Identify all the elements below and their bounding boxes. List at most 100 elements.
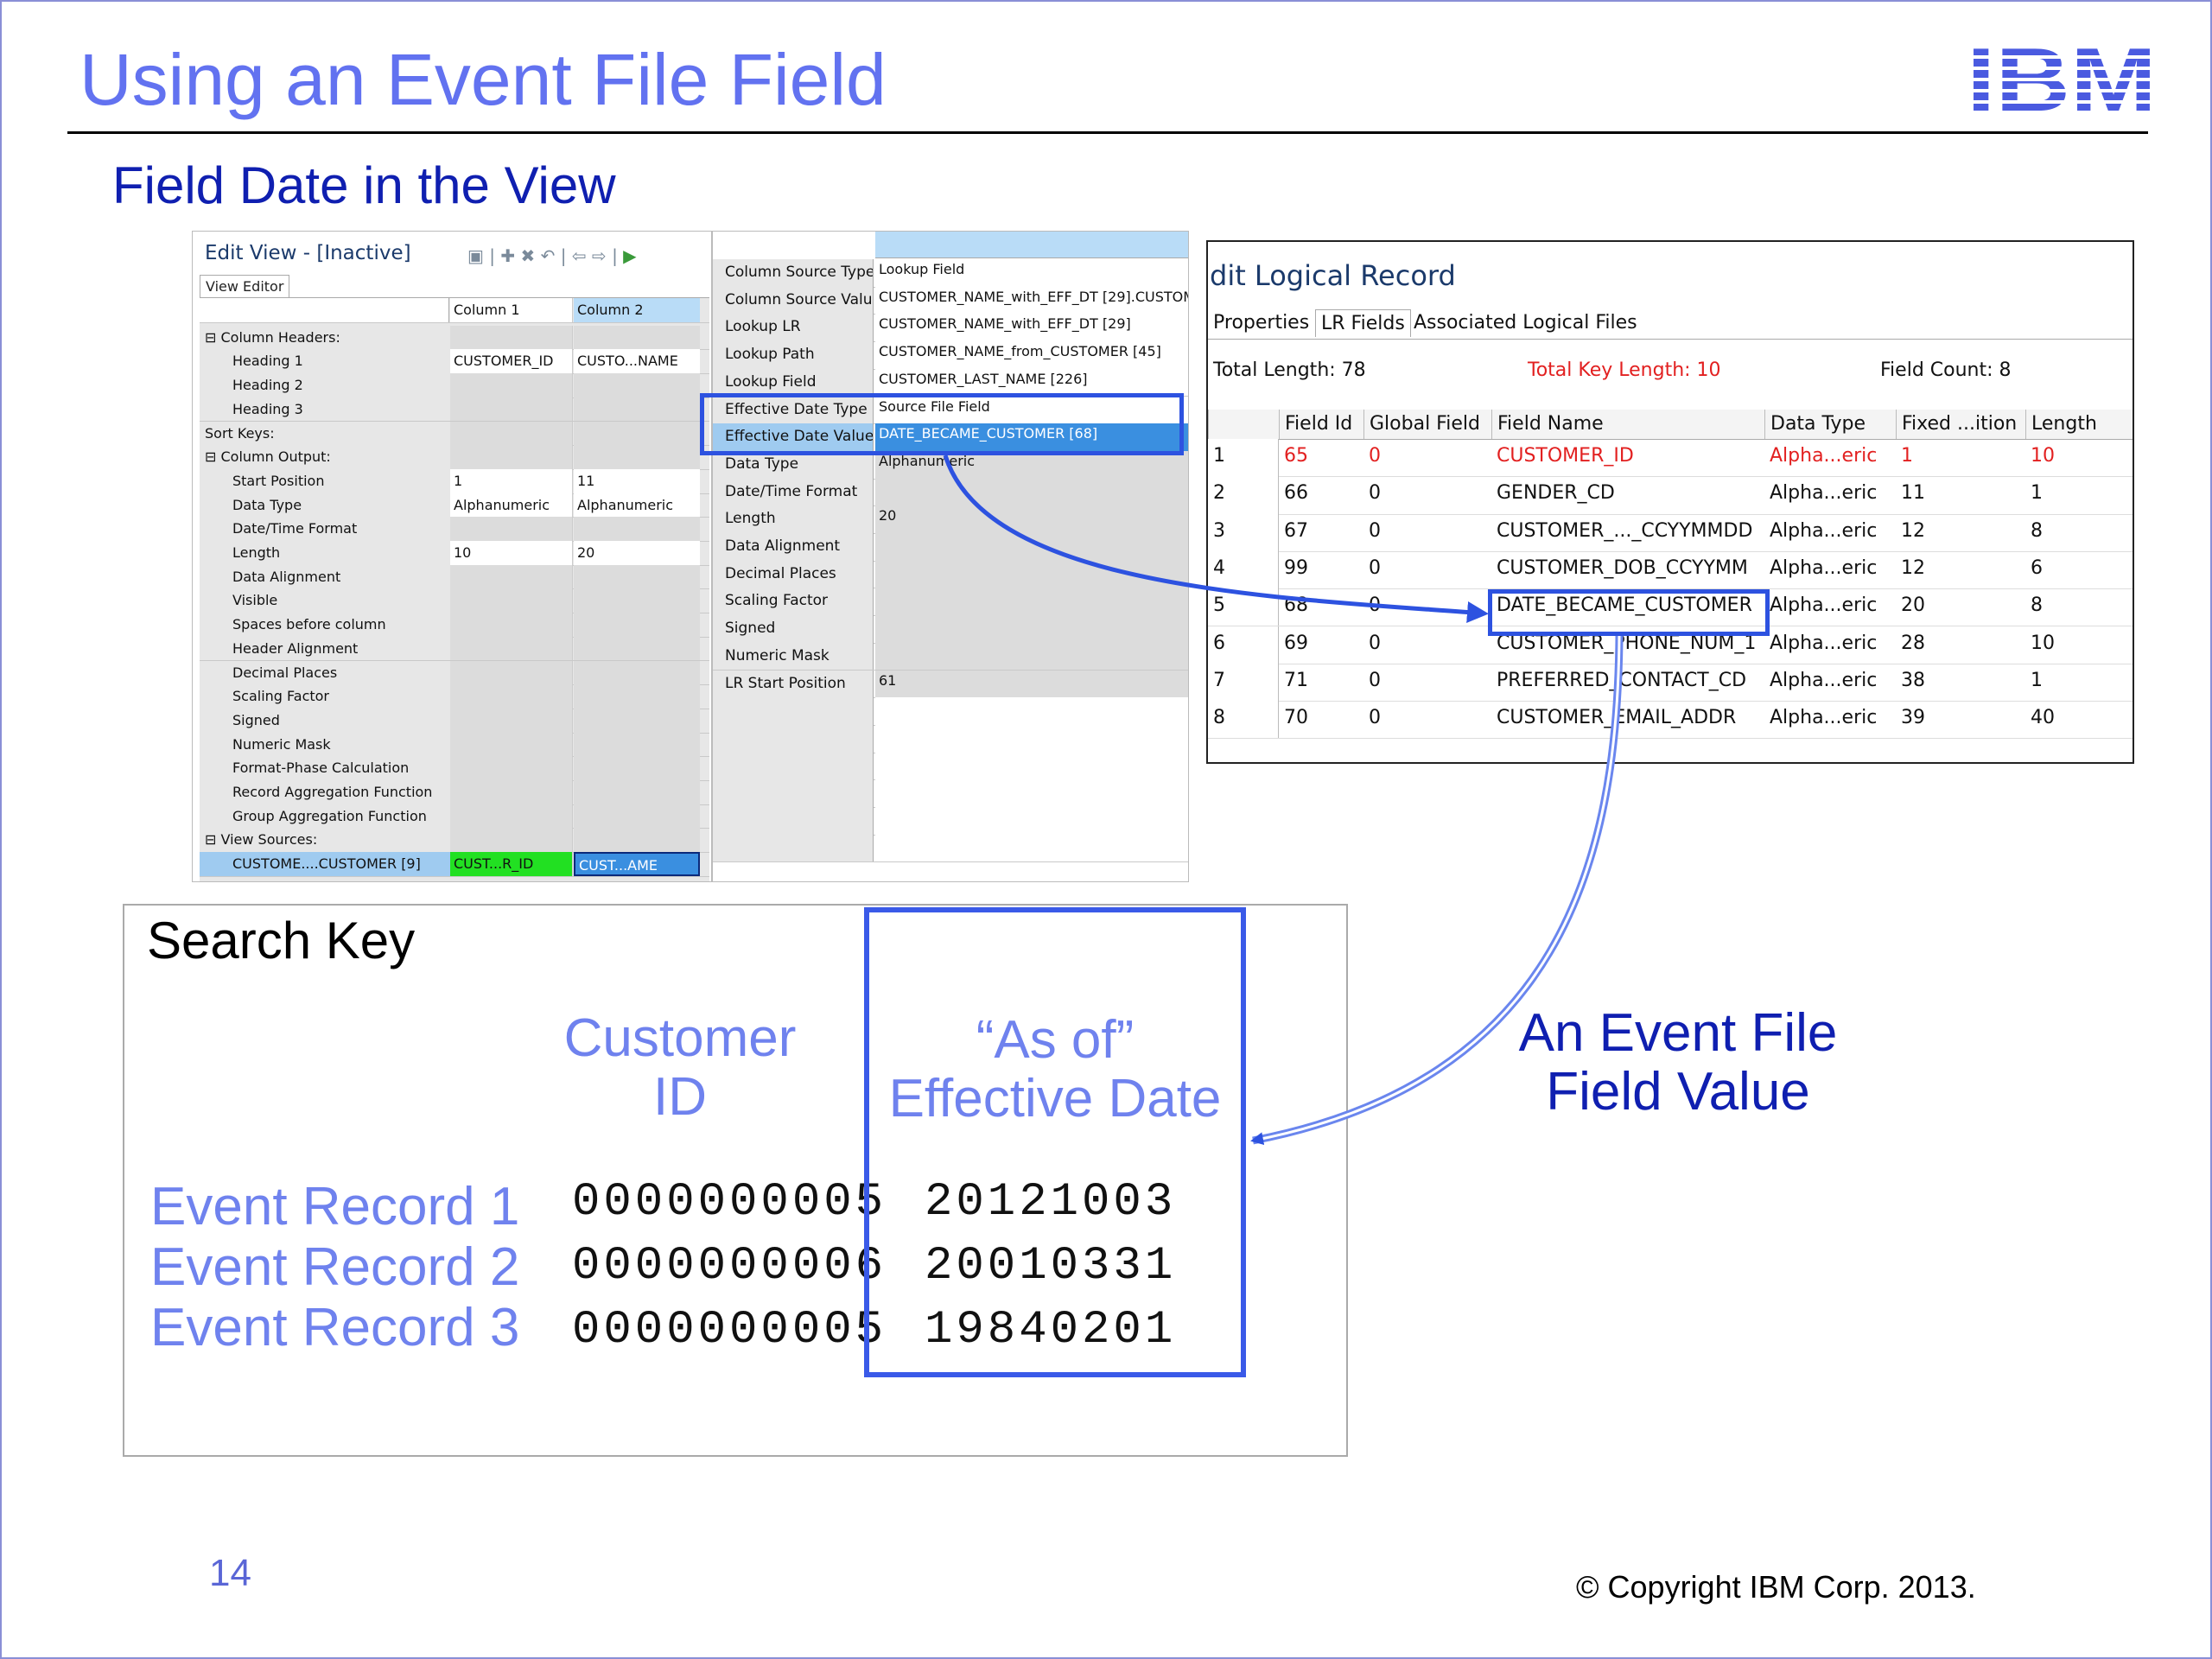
row-column-2-value[interactable]: [574, 588, 700, 613]
lr-column-header[interactable]: [1208, 410, 1279, 439]
column-2-header[interactable]: Column 2: [574, 298, 700, 322]
row-column-1-value[interactable]: [450, 564, 573, 589]
row-column-1-value[interactable]: CUSTOMER_ID: [450, 349, 573, 374]
property-row[interactable]: Column Source Value CUSTOMER_NAME_with_EF…: [713, 286, 1188, 315]
row-column-1-value[interactable]: [450, 732, 573, 757]
row-column-1-value[interactable]: [450, 613, 573, 637]
property-value[interactable]: [875, 642, 1188, 671]
property-value[interactable]: [875, 588, 1188, 616]
row-column-1-value[interactable]: [450, 397, 573, 422]
edit-view-row[interactable]: Numeric Mask: [200, 732, 709, 758]
tab-associated-logical-files[interactable]: Associated Logical Files: [1408, 309, 1643, 336]
property-value[interactable]: 20: [875, 505, 1188, 533]
row-column-2-value[interactable]: Alphanumeric: [574, 493, 700, 518]
edit-view-row[interactable]: Group Aggregation Function: [200, 804, 709, 830]
property-row[interactable]: LR Start Position 61: [713, 670, 1188, 699]
row-column-2-value[interactable]: [574, 613, 700, 637]
tab-properties[interactable]: Properties: [1208, 309, 1314, 336]
edit-view-row[interactable]: Data Alignment: [200, 564, 709, 590]
row-column-2-value[interactable]: [574, 564, 700, 589]
property-row[interactable]: Date/Time Format: [713, 478, 1188, 507]
row-column-2-value[interactable]: CUST...AME: [574, 852, 700, 876]
row-column-2-value[interactable]: [574, 732, 700, 757]
row-column-1-value[interactable]: [450, 636, 573, 661]
edit-view-row[interactable]: Heading 2: [200, 373, 709, 398]
lr-field-row[interactable]: 1 65 0 CUSTOMER_ID Alpha...eric 1 10: [1208, 439, 2133, 478]
row-column-2-value[interactable]: [574, 660, 700, 685]
column-1-header[interactable]: Column 1: [450, 298, 573, 322]
row-column-1-value[interactable]: [450, 445, 573, 469]
lr-column-header[interactable]: Data Type: [1764, 410, 1896, 439]
row-column-2-value[interactable]: [574, 756, 700, 780]
edit-view-row[interactable]: Scaling Factor: [200, 684, 709, 709]
lr-field-row[interactable]: 7 71 0 PREFERRED_CONTACT_CD Alpha...eric 38 1: [1208, 663, 2133, 702]
property-value[interactable]: [875, 478, 1188, 506]
row-column-2-value[interactable]: [574, 636, 700, 661]
edit-view-row[interactable]: ⊟ View Sources:: [200, 828, 709, 854]
tab-view-editor[interactable]: View Editor: [200, 275, 290, 297]
row-column-2-value[interactable]: 11: [574, 468, 700, 493]
undo-icon[interactable]: ↶: [541, 245, 556, 266]
property-value[interactable]: [875, 533, 1188, 561]
edit-view-row[interactable]: ⊟ Column Headers:: [200, 325, 709, 351]
property-value[interactable]: CUSTOMER_NAME_with_EFF_DT [29].CUSTOM: [875, 286, 1188, 315]
lr-field-row[interactable]: 3 67 0 CUSTOMER_..._CCYYMMDD Alpha...eric 12 8: [1208, 513, 2133, 552]
arrow-right-icon[interactable]: ⇨: [592, 245, 607, 266]
delete-icon[interactable]: ✖: [520, 245, 535, 266]
property-value[interactable]: 61: [875, 670, 1188, 698]
row-column-2-value[interactable]: [574, 780, 700, 804]
row-column-2-value[interactable]: [574, 421, 700, 446]
row-column-1-value[interactable]: [450, 804, 573, 829]
lr-column-header[interactable]: Length: [2025, 410, 2133, 439]
property-value[interactable]: CUSTOMER_NAME_with_EFF_DT [29]: [875, 314, 1188, 342]
edit-view-row[interactable]: ⊟ Column Output:: [200, 445, 709, 470]
property-value[interactable]: CUSTOMER_NAME_from_CUSTOMER [45]: [875, 341, 1188, 369]
property-row[interactable]: Lookup Path CUSTOMER_NAME_from_CUSTOMER […: [713, 341, 1188, 370]
lr-field-row[interactable]: 2 66 0 GENDER_CD Alpha...eric 11 1: [1208, 476, 2133, 515]
row-column-2-value[interactable]: [574, 445, 700, 469]
row-column-1-value[interactable]: [450, 421, 573, 446]
edit-view-row[interactable]: Visible: [200, 588, 709, 614]
row-column-2-value[interactable]: 20: [574, 541, 700, 565]
save-icon[interactable]: ▣: [467, 245, 484, 266]
add-icon[interactable]: ✚: [500, 245, 515, 266]
row-column-2-value[interactable]: [574, 373, 700, 397]
edit-view-row[interactable]: Format-Phase Calculation: [200, 756, 709, 781]
run-icon[interactable]: ▶: [623, 245, 636, 266]
property-value[interactable]: [875, 615, 1188, 643]
property-row[interactable]: Decimal Places: [713, 560, 1188, 589]
edit-view-row[interactable]: Start Position 1 11: [200, 468, 709, 494]
lr-field-row[interactable]: 4 99 0 CUSTOMER_DOB_CCYYMM Alpha...eric 12 6: [1208, 550, 2133, 590]
property-row[interactable]: Length 20: [713, 505, 1188, 534]
row-column-2-value[interactable]: [574, 684, 700, 709]
property-row[interactable]: Column Source Type Lookup Field: [713, 259, 1188, 288]
row-column-2-value[interactable]: [574, 397, 700, 422]
edit-view-row[interactable]: Sort Keys:: [200, 421, 709, 447]
row-column-1-value[interactable]: Alphanumeric: [450, 493, 573, 518]
edit-view-row[interactable]: Spaces before column: [200, 613, 709, 638]
lr-field-row[interactable]: 8 70 0 CUSTOMER_EMAIL_ADDR Alpha...eric 39 40: [1208, 701, 2133, 740]
edit-view-row[interactable]: Length 10 20: [200, 541, 709, 566]
row-column-1-value[interactable]: [450, 588, 573, 613]
row-column-1-value[interactable]: [450, 660, 573, 685]
row-column-2-value[interactable]: [574, 517, 700, 541]
row-column-1-value[interactable]: 1: [450, 468, 573, 493]
row-column-1-value[interactable]: CUST...R_ID: [450, 852, 573, 876]
row-column-2-value[interactable]: [574, 828, 700, 853]
row-column-1-value[interactable]: [450, 708, 573, 733]
edit-view-row[interactable]: Data Type Alphanumeric Alphanumeric: [200, 493, 709, 518]
edit-view-row[interactable]: Heading 3: [200, 397, 709, 423]
property-value[interactable]: CUSTOMER_LAST_NAME [226]: [875, 368, 1188, 397]
property-row[interactable]: Signed: [713, 615, 1188, 644]
property-value[interactable]: [875, 560, 1188, 588]
property-row[interactable]: Numeric Mask: [713, 642, 1188, 671]
row-column-1-value[interactable]: 10: [450, 541, 573, 565]
lr-column-header[interactable]: Fixed ...ition: [1896, 410, 2025, 439]
row-column-1-value[interactable]: [450, 780, 573, 804]
tab-lr-fields[interactable]: LR Fields: [1315, 309, 1411, 337]
property-value[interactable]: Lookup Field: [875, 259, 1188, 287]
property-row[interactable]: Lookup LR CUSTOMER_NAME_with_EFF_DT [29]: [713, 314, 1188, 343]
property-row[interactable]: Scaling Factor: [713, 588, 1188, 617]
edit-view-row[interactable]: CUSTOME....CUSTOMER [9] CUST...R_ID CUST..…: [200, 852, 709, 877]
edit-view-row[interactable]: Heading 1 CUSTOMER_ID CUSTO...NAME: [200, 349, 709, 375]
